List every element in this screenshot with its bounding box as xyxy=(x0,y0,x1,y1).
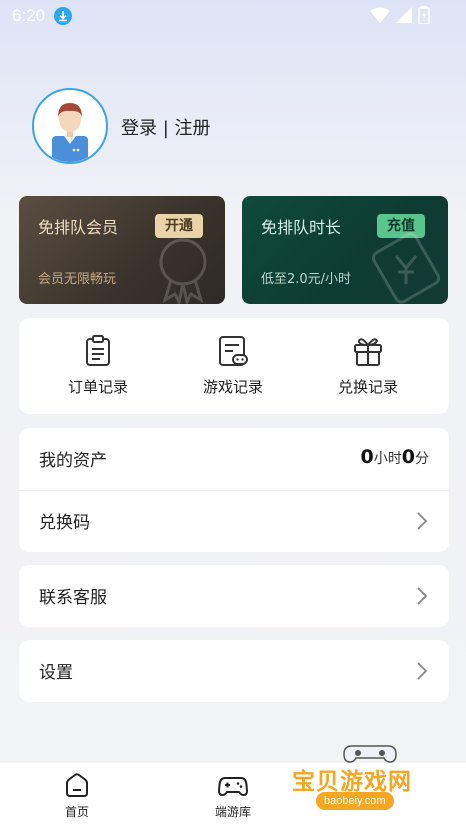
chevron-right-icon xyxy=(417,512,427,530)
redeem-records-item[interactable]: 兑换记录 xyxy=(308,334,428,397)
vip-membership-card[interactable]: 免排队会员 开通 会员无限畅玩 xyxy=(19,196,225,304)
signal-icon xyxy=(396,7,412,23)
my-assets-label: 我的资产 xyxy=(39,451,107,471)
game-record-icon xyxy=(219,336,248,366)
user-avatar-icon xyxy=(52,103,88,162)
avatar[interactable] xyxy=(32,88,108,164)
watermark-url: baobeiy.com xyxy=(316,792,394,810)
gamepad-logo-icon xyxy=(343,745,397,763)
assets-hours: 0 xyxy=(360,446,374,468)
settings-row[interactable]: 设置 xyxy=(19,640,449,702)
game-records-label: 游戏记录 xyxy=(202,378,263,396)
gamepad-icon xyxy=(218,777,248,797)
assets-value: 0小时0分 xyxy=(361,446,429,468)
chevron-right-icon xyxy=(417,587,427,605)
queue-time-card[interactable]: 免排队时长 充值 低至2.0元/小时 xyxy=(242,196,448,304)
site-watermark: 宝贝游戏网 baobeiy.com xyxy=(292,740,438,820)
vip-card-subtitle: 会员无限畅玩 xyxy=(38,272,117,287)
wifi-icon xyxy=(370,7,390,23)
clipboard-icon xyxy=(86,335,110,366)
hours-unit: 小时 xyxy=(373,451,402,467)
status-time: 6:20 xyxy=(12,6,46,25)
home-icon xyxy=(66,773,88,797)
redeem-records-label: 兑换记录 xyxy=(337,378,398,396)
redeem-code-label: 兑换码 xyxy=(39,513,90,533)
order-records-item[interactable]: 订单记录 xyxy=(38,334,158,397)
my-assets-row[interactable]: 我的资产 0小时0分 xyxy=(19,428,449,490)
tab-game-library-label: 端游库 xyxy=(214,805,251,819)
queue-card-title: 免排队时长 xyxy=(261,218,342,237)
tab-home[interactable]: 首页 xyxy=(37,771,117,820)
chevron-right-icon xyxy=(417,662,427,680)
redeem-code-row[interactable]: 兑换码 xyxy=(19,490,449,552)
game-records-item[interactable]: 游戏记录 xyxy=(173,334,293,397)
contact-service-label: 联系客服 xyxy=(39,588,107,608)
queue-card-subtitle: 低至2.0元/小时 xyxy=(261,272,352,287)
status-bar: 6:20 xyxy=(0,0,466,32)
assets-panel: 我的资产 0小时0分 兑换码 xyxy=(19,428,449,552)
order-records-label: 订单记录 xyxy=(67,378,128,396)
tab-game-library[interactable]: 端游库 xyxy=(193,771,273,820)
gift-icon xyxy=(354,338,382,366)
login-register-link[interactable]: 登录 | 注册 xyxy=(121,114,211,140)
download-icon xyxy=(54,7,72,25)
assets-minutes: 0 xyxy=(401,446,415,468)
records-panel: 订单记录 游戏记录 兑换记录 xyxy=(19,318,449,414)
contact-service-row[interactable]: 联系客服 xyxy=(19,565,449,627)
tab-home-label: 首页 xyxy=(64,805,89,819)
vip-badge-icon xyxy=(159,238,207,304)
watermark-text: 宝贝游戏网 xyxy=(292,769,412,795)
vip-card-title: 免排队会员 xyxy=(38,218,119,237)
yuan-ticket-icon xyxy=(372,232,441,304)
battery-icon xyxy=(418,6,430,24)
settings-label: 设置 xyxy=(39,663,73,683)
minutes-unit: 分 xyxy=(415,451,429,467)
